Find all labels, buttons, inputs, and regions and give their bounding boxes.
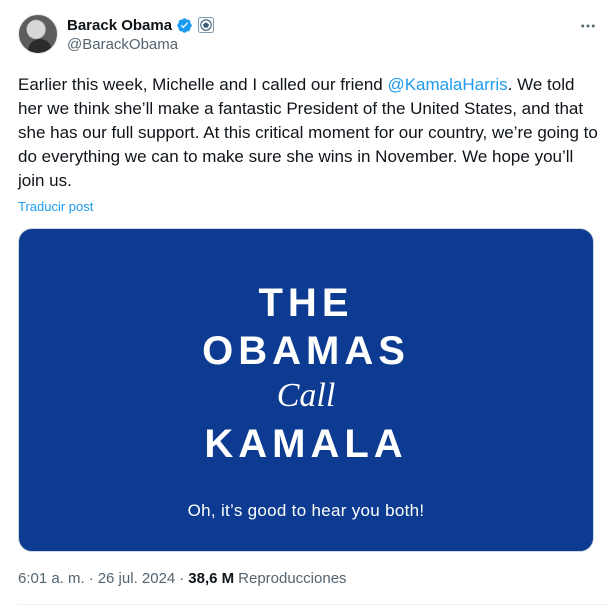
meta-separator-2: · — [179, 570, 185, 587]
tweet-time[interactable]: 6:01 a. m. — [18, 570, 85, 587]
media-line-obamas: OBAMAS — [202, 329, 410, 373]
mention-link[interactable]: @KamalaHarris — [387, 75, 507, 94]
author-name[interactable]: Barack Obama — [67, 17, 172, 34]
tweet-date[interactable]: 26 jul. 2024 — [98, 570, 176, 587]
tweet-header: Barack Obama @BarackObama — [18, 12, 598, 60]
tweet-text-before: Earlier this week, Michelle and I called… — [18, 75, 388, 94]
more-options-icon[interactable] — [578, 16, 598, 36]
verified-badge-icon[interactable] — [176, 17, 193, 34]
author-name-row: Barack Obama — [67, 15, 215, 35]
avatar[interactable] — [18, 14, 58, 54]
views-count: 38,6 M — [188, 570, 235, 587]
views-label: Reproducciones — [238, 570, 347, 587]
meta-separator: · — [88, 570, 94, 587]
author-handle[interactable]: @BarackObama — [67, 36, 178, 53]
media-line-call: Call — [276, 377, 336, 414]
tweet-media-image[interactable]: THE OBAMAS Call KAMALA Oh, it’s good to … — [18, 228, 594, 552]
tweet-meta: 6:01 a. m. · 26 jul. 2024 · 38,6 M Repro… — [18, 570, 347, 587]
media-subtitle: Oh, it’s good to hear you both! — [187, 501, 425, 520]
translate-post-link[interactable]: Traducir post — [18, 199, 93, 214]
media-line-the: THE — [258, 281, 354, 325]
media-line-kamala: KAMALA — [204, 422, 408, 466]
government-affiliation-icon[interactable] — [198, 17, 215, 33]
tweet-text: Earlier this week, Michelle and I called… — [18, 73, 598, 193]
divider — [18, 604, 610, 605]
